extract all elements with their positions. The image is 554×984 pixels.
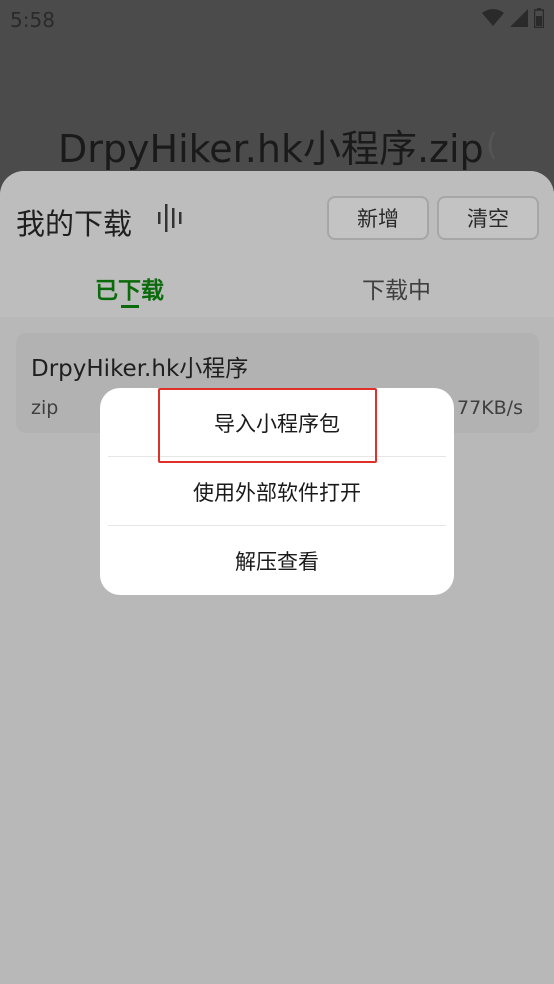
status-time: 5:58: [10, 8, 55, 32]
clear-button[interactable]: 清空: [437, 196, 539, 240]
highlight-box: [158, 388, 377, 463]
download-item-name: DrpyHiker.hk小程序: [31, 356, 249, 382]
sheet-title: 我的下载: [16, 207, 133, 241]
status-icons: [482, 8, 544, 28]
open-external-option[interactable]: 使用外部软件打开: [100, 457, 454, 526]
battery-icon: [534, 8, 544, 28]
active-tab-indicator: [121, 305, 139, 308]
download-item-speed: 77KB/s: [457, 397, 523, 419]
wifi-icon: [482, 9, 504, 26]
signal-icon: [510, 9, 528, 27]
download-item-type: zip: [31, 397, 59, 419]
sheet-header: [0, 171, 554, 317]
extract-view-option[interactable]: 解压查看: [100, 526, 454, 595]
background-file-title: DrpyHiker.hk小程序.zip: [58, 127, 484, 171]
background-paren: (: [486, 128, 498, 163]
tab-downloading[interactable]: 下载中: [362, 271, 431, 305]
voice-wave-icon[interactable]: [156, 204, 186, 232]
add-button[interactable]: 新增: [327, 196, 429, 240]
tab-downloaded[interactable]: 已下载: [95, 271, 164, 305]
status-bar: 5:58: [0, 0, 554, 38]
